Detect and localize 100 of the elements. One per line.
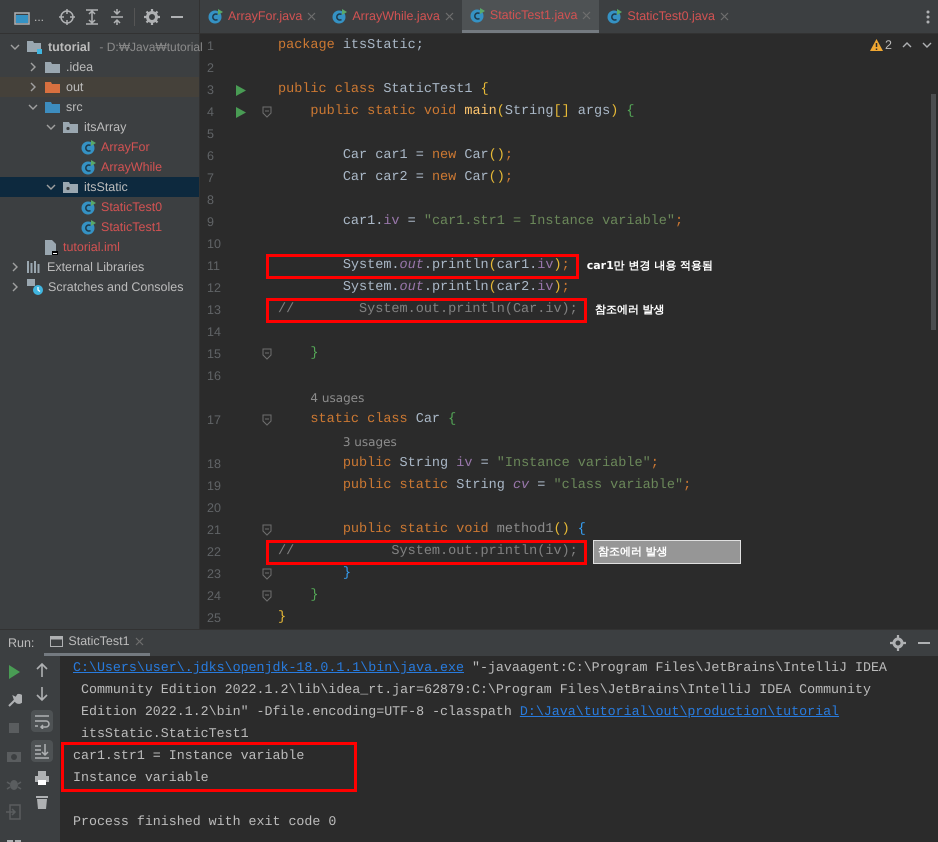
scrollbar[interactable] [931,94,936,330]
chevron-down-icon[interactable] [922,42,932,48]
code-token: ; [562,278,570,297]
tree-item-label: StaticTest1 [101,218,162,236]
line-number: 12 [207,281,221,295]
file-tab[interactable]: StaticTest1.java [462,0,600,33]
code-token: = [537,476,546,495]
tree-item[interactable]: tutorial.iml [0,237,199,257]
settings-icon[interactable] [144,8,160,24]
class-icon [607,9,622,24]
scroll-to-end-icon [34,743,50,759]
line-number: 25 [207,611,221,625]
tree-item[interactable]: StaticTest0 [0,197,199,217]
tree-item[interactable]: StaticTest1 [0,217,199,237]
code-token: static class [310,410,409,429]
note-tag: 참조에러 발생 [592,540,741,564]
code-token: public static void [342,520,490,539]
panel-icon[interactable] [14,10,30,26]
line-number: 4 [207,105,214,119]
expand-all-icon[interactable] [84,8,100,24]
line-number: 17 [207,413,221,427]
code-token: ) [610,102,618,121]
tree-item[interactable]: itsArray [0,117,199,137]
run-icon[interactable] [236,106,246,118]
tree-item[interactable]: ArrayWhile [0,157,199,177]
fold-icon[interactable] [262,414,272,426]
line-number: 1 [207,39,214,53]
code-token: System. [342,256,400,275]
tree-item[interactable]: .idea [0,57,199,77]
soft-wrap-toggle[interactable] [31,710,53,732]
note-text: car1만 변경 내용 적용됨 [586,258,714,274]
tree-item-label: itsArray [84,118,126,136]
collapse-all-icon[interactable] [109,8,125,24]
fold-icon[interactable] [262,524,272,536]
close-icon[interactable] [444,12,454,21]
package-icon [63,120,79,134]
chevron-down-icon[interactable] [46,182,56,192]
code-token: { [626,102,635,121]
close-icon[interactable] [134,637,144,646]
arrow-up-icon[interactable] [34,662,50,678]
code-token: ; [675,212,684,231]
scroll-to-end-toggle[interactable] [31,740,53,762]
fold-icon[interactable] [262,590,272,602]
tree-item[interactable]: External Libraries [0,257,199,277]
run-icon[interactable] [6,664,22,680]
console-link[interactable]: D:\Java\tutorial\out\production\tutorial [520,702,840,722]
view-selector[interactable]: ... [34,8,50,26]
wrench-icon[interactable] [6,692,22,708]
line-number: 2 [207,61,214,75]
line-number: 18 [207,457,221,471]
console-icon [50,636,64,647]
line-number: 5 [207,127,214,141]
code-token: car1. [496,256,538,275]
crosshair-icon[interactable] [59,8,75,24]
code-token: public static [342,476,450,495]
fold-icon[interactable] [262,106,272,118]
console-link[interactable]: C:\Users\user\.jdks\openjdk-18.0.1.1\bin\java.exe [73,658,464,678]
tree-item-label: ArrayFor [101,138,150,156]
tree-item[interactable]: itsStatic [0,177,199,197]
warning-icon[interactable] [870,39,884,52]
arrow-down-icon[interactable] [34,686,50,702]
fold-icon[interactable] [262,348,272,360]
code-token: public [342,454,392,473]
code-token: } [310,344,319,363]
line-number: 14 [207,325,221,339]
code-token: Car [416,410,440,429]
tree-item[interactable]: out [0,77,199,97]
code-token: new [432,146,458,165]
code-token: ; [562,256,570,275]
code-token: ; [650,454,659,473]
fold-icon[interactable] [262,568,272,580]
line-number: 11 [207,259,220,273]
file-tab[interactable]: ArrayWhile.java [324,0,462,33]
tree-item[interactable]: src [0,97,199,117]
code-token: StaticTest1 [383,80,472,99]
class-icon [332,9,348,24]
chevron-up-icon[interactable] [902,42,912,48]
trash-icon[interactable] [34,794,50,810]
file-tab[interactable]: ArrayFor.java [200,0,324,33]
more-icon[interactable] [926,10,930,24]
tree-item[interactable]: ArrayFor [0,137,199,157]
chevron-down-icon[interactable] [10,42,20,52]
close-icon[interactable] [307,12,316,21]
code-token: Car car1 = [342,146,425,165]
code-token: Car [464,168,489,187]
settings-icon[interactable] [890,635,906,651]
code-token: args [578,102,610,121]
tree-item-label: Scratches and Consoles [48,278,184,296]
line-number: 7 [207,171,214,185]
file-tab[interactable]: StaticTest0.java [599,0,737,33]
code-token: "class variable" [553,476,684,495]
code-token: ; [504,168,513,187]
run-icon[interactable] [236,84,246,96]
print-icon[interactable] [34,770,50,786]
class-icon [81,160,96,174]
close-icon[interactable] [720,12,729,21]
tree-item[interactable]: Scratches and Consoles [0,277,199,297]
tree-item-label: out [66,78,84,96]
line-number: 19 [207,479,221,493]
code-token: = [408,212,417,231]
